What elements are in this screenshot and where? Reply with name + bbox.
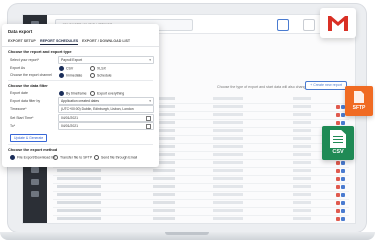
- radio-unselected-icon: [90, 66, 95, 71]
- sidebar-nav-icon[interactable]: [31, 191, 39, 197]
- calendar-icon[interactable]: [146, 116, 151, 121]
- method-email-radio[interactable]: Send file through Email: [94, 155, 137, 160]
- export-date-timeframe-radio[interactable]: By timeframe: [59, 91, 87, 96]
- generate-button[interactable]: Update & Generate: [10, 134, 48, 142]
- sidebar-nav-icon[interactable]: [31, 167, 39, 173]
- csv-badge: CSV: [322, 126, 354, 160]
- chat-icon[interactable]: [303, 19, 315, 31]
- method-download-radio[interactable]: File Export/Download list: [10, 155, 56, 160]
- tab-report-schedules[interactable]: REPORT SCHEDULES: [40, 39, 79, 45]
- channel-schedule-radio[interactable]: Schedule: [90, 73, 112, 78]
- radio-unselected-icon: [90, 73, 95, 78]
- chevron-down-icon: ▾: [149, 99, 151, 103]
- timezone-value: (UTC+00:00) Dublin, Edinburgh, Lisbon, L…: [61, 107, 134, 111]
- data-export-dialog: Data export EXPORT SETUP REPORT SCHEDULE…: [2, 24, 159, 167]
- to-date-label: To*: [10, 124, 16, 128]
- start-date-field[interactable]: 04/01/2021: [58, 114, 154, 122]
- dialog-title: Data export: [8, 29, 33, 34]
- sftp-label: SFTP: [352, 105, 366, 111]
- radio-label: By timeframe: [66, 91, 87, 96]
- section-report-type: Choose the report and export type: [8, 49, 72, 54]
- export-as-csv-radio[interactable]: CSV: [59, 66, 73, 71]
- laptop-notch: [165, 232, 209, 235]
- radio-label: Export everything: [97, 91, 125, 96]
- export-date-label: Export date: [10, 91, 28, 95]
- tab-export-download-list[interactable]: EXPORT / DOWNLOAD LIST: [82, 39, 130, 43]
- gmail-icon: [328, 16, 348, 31]
- radio-selected-icon: [59, 73, 64, 78]
- divider: [8, 144, 153, 145]
- divider: [8, 80, 153, 81]
- select-report-value: Payroll Export: [61, 58, 83, 62]
- radio-label: CSV: [66, 66, 74, 71]
- calendar-icon[interactable]: [146, 124, 151, 129]
- section-export-method: Choose the export method: [8, 147, 58, 152]
- radio-label: Send file through Email: [101, 155, 138, 160]
- radio-label: Transfer file to SFTP: [60, 155, 93, 160]
- sftp-badge: SFTP: [345, 86, 373, 116]
- radio-selected-icon: [59, 66, 64, 71]
- channel-immediate-radio[interactable]: Immediate: [59, 73, 82, 78]
- filter-by-value: Application created dates: [61, 99, 100, 103]
- radio-unselected-icon: [53, 155, 58, 160]
- export-date-everything-radio[interactable]: Export everything: [90, 91, 124, 96]
- filter-by-label: Export data filter by: [10, 99, 41, 103]
- file-icon: [354, 91, 364, 103]
- filter-by-dropdown[interactable]: Application created dates ▾: [58, 97, 154, 105]
- radio-unselected-icon: [90, 91, 95, 96]
- gmail-badge: [320, 8, 356, 38]
- channel-label: Choose the export channel: [10, 73, 52, 77]
- table-row: [53, 215, 349, 223]
- export-as-label: Export As: [10, 66, 25, 70]
- radio-selected-icon: [59, 91, 64, 96]
- radio-label: Immediate: [66, 73, 83, 78]
- spreadsheet-icon: [330, 130, 346, 148]
- sidebar-nav-icon[interactable]: [31, 179, 39, 185]
- radio-label: XLSX: [97, 66, 106, 71]
- radio-unselected-icon: [94, 155, 99, 160]
- timezone-dropdown[interactable]: (UTC+00:00) Dublin, Edinburgh, Lisbon, L…: [58, 105, 154, 113]
- csv-label: CSV: [332, 149, 344, 155]
- timezone-label: Timezone*: [10, 107, 27, 111]
- section-data-filter: Choose the data filter: [8, 83, 48, 88]
- to-date-value: 04/01/2021: [61, 124, 78, 128]
- dialog-tabs: EXPORT SETUP REPORT SCHEDULES EXPORT / D…: [2, 37, 159, 47]
- chevron-down-icon: ▾: [149, 58, 151, 62]
- select-report-dropdown[interactable]: Payroll Export ▾: [58, 56, 154, 64]
- radio-label: File Export/Download list: [17, 155, 56, 160]
- add-icon[interactable]: [277, 19, 289, 31]
- radio-label: Schedule: [97, 73, 112, 78]
- method-sftp-radio[interactable]: Transfer file to SFTP: [53, 155, 92, 160]
- start-date-value: 04/01/2021: [61, 116, 78, 120]
- to-date-field[interactable]: 04/01/2021: [58, 122, 154, 130]
- export-as-xlsx-radio[interactable]: XLSX: [90, 66, 106, 71]
- select-report-label: Select your report*: [10, 58, 39, 62]
- start-date-label: Set Start Time*: [10, 116, 34, 120]
- tab-export-setup[interactable]: EXPORT SETUP: [8, 39, 36, 43]
- create-report-button[interactable]: + Create new report: [305, 81, 347, 90]
- radio-selected-icon: [10, 155, 15, 160]
